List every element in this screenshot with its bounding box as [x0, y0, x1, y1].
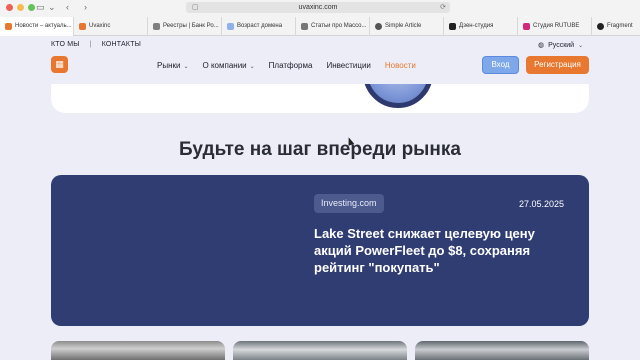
- tab-label: Simple Article: [385, 23, 422, 29]
- tab-favicon-icon: [5, 23, 12, 30]
- tab-favicon-icon: [227, 23, 234, 30]
- news-headline[interactable]: Lake Street снижает целевую цену акций P…: [314, 225, 569, 276]
- address-url: uvaxinc.com: [298, 4, 338, 11]
- hero-card: [51, 84, 589, 113]
- news-date: 27.05.2025: [518, 199, 564, 209]
- globe-icon: ◍: [538, 42, 545, 49]
- window-controls: [6, 4, 35, 11]
- news-thumbnails: [51, 341, 589, 360]
- featured-news-card[interactable]: Investing.com 27.05.2025 Lake Street сни…: [51, 175, 589, 326]
- language-label: Русский: [548, 41, 575, 49]
- chevron-down-icon: ⌄: [183, 64, 189, 70]
- tab-rutube-studio[interactable]: Студия RUTUBE: [518, 17, 592, 36]
- chevron-down-icon: ⌄: [249, 64, 255, 70]
- tab-label: Дзен-студия: [459, 23, 494, 29]
- language-selector[interactable]: ◍ Русский ⌄: [538, 41, 584, 50]
- nav-investments[interactable]: Инвестиции: [326, 61, 370, 70]
- tab-label: Fragment: [607, 23, 633, 29]
- news-thumbnail[interactable]: [51, 341, 225, 360]
- tab-label: Статьи про Массо...: [311, 23, 367, 29]
- site-logo[interactable]: ▦: [51, 56, 68, 73]
- close-window-button[interactable]: [6, 4, 13, 11]
- login-button[interactable]: Вход: [482, 56, 519, 74]
- tab-uvaxinc[interactable]: Uvaxinc: [74, 17, 148, 36]
- tab-favicon-icon: [153, 23, 160, 30]
- nav-markets[interactable]: Рынки ⌄: [157, 61, 189, 70]
- site-header: КТО МЫ | КОНТАКТЫ ◍ Русский ⌄ ▦ Рынки ⌄ О…: [0, 37, 640, 81]
- tab-news[interactable]: Новости – актуаль...: [0, 17, 74, 36]
- about-us-link[interactable]: КТО МЫ: [51, 41, 80, 48]
- news-thumbnail[interactable]: [233, 341, 407, 360]
- register-button[interactable]: Регистрация: [526, 56, 589, 74]
- tab-favicon-icon: [597, 23, 604, 30]
- translate-icon[interactable]: ⟳: [440, 2, 446, 13]
- nav-platform[interactable]: Платформа: [269, 61, 313, 70]
- tab-label: Uvaxinc: [89, 23, 111, 29]
- back-arrow-icon[interactable]: ‹: [66, 1, 69, 13]
- tab-dzen-studio[interactable]: Дзен-студия: [444, 17, 518, 36]
- main-nav: Рынки ⌄ О компании ⌄ Платформа Инвестиции …: [157, 61, 416, 70]
- tab-domain-age[interactable]: Возраст домена: [222, 17, 296, 36]
- source-badge: Investing.com: [314, 194, 384, 213]
- nav-label: О компании: [202, 61, 247, 70]
- contacts-link[interactable]: КОНТАКТЫ: [102, 41, 141, 48]
- news-thumbnail[interactable]: [415, 341, 589, 360]
- tab-registries[interactable]: Реестры | Банк Ро...: [148, 17, 222, 36]
- nav-label: Рынки: [157, 61, 181, 70]
- tab-favicon-icon: [449, 23, 456, 30]
- top-links: КТО МЫ | КОНТАКТЫ: [51, 41, 141, 48]
- tab-favicon-icon: [523, 23, 530, 30]
- nav-news[interactable]: Новости: [385, 61, 416, 70]
- forward-arrow-icon[interactable]: ›: [84, 1, 87, 13]
- tab-simple-article[interactable]: Simple Article: [370, 17, 444, 36]
- tab-bar: Новости – актуаль... Uvaxinc Реестры | Б…: [0, 17, 640, 36]
- sidebar-toggle-icon[interactable]: ▭: [36, 1, 45, 13]
- tab-articles[interactable]: Статьи про Массо...: [296, 17, 370, 36]
- divider: |: [89, 41, 92, 48]
- browser-chrome: ▭ ⌄ ‹ › ▢ uvaxinc.com ⟳ Новости – актуал…: [0, 0, 640, 36]
- tab-favicon-icon: [375, 23, 382, 30]
- tab-label: Новости – актуаль...: [15, 23, 72, 29]
- chevron-down-icon[interactable]: ⌄: [48, 1, 56, 13]
- tab-fragment[interactable]: Fragment: [592, 17, 640, 36]
- zoom-window-button[interactable]: [28, 4, 35, 11]
- nav-about-company[interactable]: О компании ⌄: [203, 61, 255, 70]
- tab-favicon-icon: [301, 23, 308, 30]
- hero-orb-graphic: [363, 84, 433, 108]
- minimize-window-button[interactable]: [17, 4, 24, 11]
- logo-icon: ▦: [55, 59, 64, 69]
- tab-label: Возраст домена: [237, 23, 283, 29]
- tab-label: Реестры | Банк Ро...: [163, 23, 219, 29]
- chevron-down-icon: ⌄: [578, 42, 584, 49]
- tab-label: Студия RUTUBE: [533, 23, 580, 29]
- address-bar[interactable]: ▢ uvaxinc.com ⟳: [186, 2, 450, 13]
- tab-favicon-icon: [79, 23, 86, 30]
- section-title: Будьте на шаг впереди рынка: [179, 139, 461, 160]
